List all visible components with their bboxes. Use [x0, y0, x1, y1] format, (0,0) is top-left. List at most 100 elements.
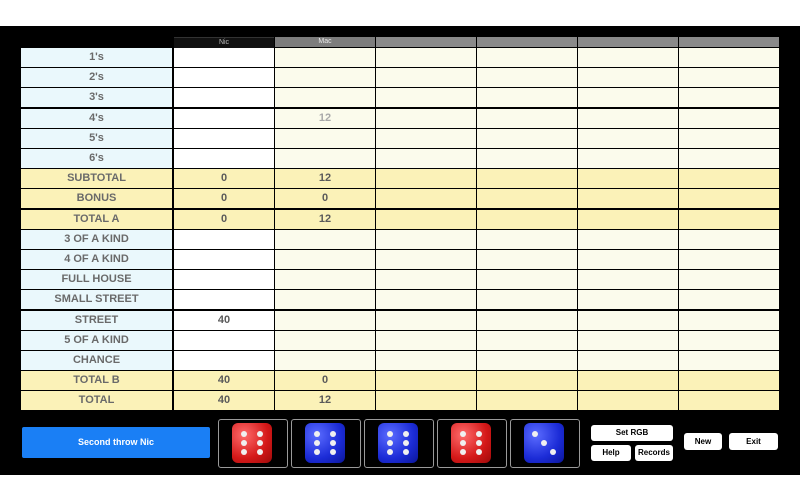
- score-cell[interactable]: [275, 68, 375, 88]
- score-cell[interactable]: [578, 68, 678, 88]
- score-cell[interactable]: [275, 88, 375, 108]
- score-cell[interactable]: [174, 290, 274, 310]
- score-cell[interactable]: [679, 250, 779, 269]
- score-cell[interactable]: [477, 128, 577, 148]
- score-cell[interactable]: [578, 88, 678, 108]
- die-pip: [387, 431, 393, 437]
- score-cell[interactable]: [578, 290, 678, 310]
- score-cell[interactable]: [679, 88, 779, 108]
- score-cell[interactable]: [578, 250, 678, 269]
- set-rgb-button[interactable]: Set RGB: [591, 425, 673, 441]
- score-cell[interactable]: [376, 149, 476, 168]
- score-cell: [477, 371, 577, 391]
- score-cell[interactable]: [376, 68, 476, 88]
- score-cell[interactable]: [174, 330, 274, 350]
- score-cell[interactable]: [174, 128, 274, 148]
- score-cell[interactable]: [376, 128, 476, 148]
- score-cell[interactable]: [477, 88, 577, 108]
- score-cell[interactable]: [275, 310, 375, 330]
- die-slot[interactable]: [291, 419, 361, 468]
- die-slot[interactable]: [437, 419, 507, 468]
- help-button[interactable]: Help: [591, 445, 631, 461]
- score-cell[interactable]: [679, 149, 779, 168]
- score-cell[interactable]: [679, 68, 779, 88]
- red-die[interactable]: [232, 423, 272, 463]
- score-cell[interactable]: [477, 290, 577, 310]
- new-game-button[interactable]: New: [684, 433, 722, 450]
- score-cell[interactable]: [376, 108, 476, 128]
- score-cell[interactable]: [679, 229, 779, 249]
- score-cell[interactable]: [578, 48, 678, 67]
- score-cell[interactable]: [578, 330, 678, 350]
- score-cell[interactable]: [477, 108, 577, 128]
- score-cell[interactable]: [174, 229, 274, 249]
- score-cell[interactable]: [174, 68, 274, 88]
- die-slot[interactable]: [364, 419, 434, 468]
- score-cell[interactable]: [376, 351, 476, 370]
- score-cell[interactable]: [578, 108, 678, 128]
- score-cell[interactable]: [275, 290, 375, 310]
- score-cell[interactable]: [275, 48, 375, 67]
- score-cell[interactable]: [376, 270, 476, 290]
- score-cell[interactable]: [376, 310, 476, 330]
- score-cell[interactable]: [275, 270, 375, 290]
- score-cell[interactable]: [376, 229, 476, 249]
- score-cell: 0: [275, 189, 375, 209]
- score-cell[interactable]: [275, 128, 375, 148]
- score-cell[interactable]: [275, 229, 375, 249]
- score-cell[interactable]: [275, 250, 375, 269]
- score-cell[interactable]: [275, 330, 375, 350]
- score-cell[interactable]: [578, 310, 678, 330]
- die-slot[interactable]: [510, 419, 580, 468]
- score-cell[interactable]: [174, 270, 274, 290]
- score-cell[interactable]: [376, 88, 476, 108]
- score-cell[interactable]: [174, 250, 274, 269]
- score-cell[interactable]: [275, 351, 375, 370]
- score-cell[interactable]: [174, 149, 274, 168]
- blue-die[interactable]: [305, 423, 345, 463]
- score-cell[interactable]: [477, 351, 577, 370]
- score-cell[interactable]: [174, 88, 274, 108]
- score-cell[interactable]: [174, 48, 274, 67]
- score-cell[interactable]: [174, 351, 274, 370]
- score-cell[interactable]: [174, 108, 274, 128]
- records-button[interactable]: Records: [635, 445, 673, 461]
- die-slot[interactable]: [218, 419, 288, 468]
- score-cell[interactable]: [376, 48, 476, 67]
- score-cell[interactable]: [477, 48, 577, 67]
- score-cell[interactable]: [477, 310, 577, 330]
- score-cell[interactable]: [679, 108, 779, 128]
- score-cell[interactable]: [578, 351, 678, 370]
- score-cell[interactable]: [679, 290, 779, 310]
- score-cell[interactable]: [477, 149, 577, 168]
- score-cell: [376, 391, 476, 411]
- score-cell[interactable]: [679, 48, 779, 67]
- category-label: TOTAL A: [21, 209, 172, 229]
- turn-status-button[interactable]: Second throw Nic: [22, 427, 210, 458]
- score-cell[interactable]: [275, 149, 375, 168]
- score-cell[interactable]: [679, 351, 779, 370]
- score-cell[interactable]: [477, 270, 577, 290]
- score-cell[interactable]: [477, 250, 577, 269]
- score-cell[interactable]: [578, 128, 678, 148]
- player-header-5: [578, 37, 678, 47]
- score-cell[interactable]: [679, 128, 779, 148]
- score-cell[interactable]: [578, 149, 678, 168]
- score-cell[interactable]: [376, 330, 476, 350]
- score-cell[interactable]: [578, 229, 678, 249]
- score-cell[interactable]: [679, 310, 779, 330]
- score-cell[interactable]: [477, 229, 577, 249]
- blue-die[interactable]: [378, 423, 418, 463]
- score-cell[interactable]: [578, 270, 678, 290]
- score-cell[interactable]: [376, 290, 476, 310]
- score-cell[interactable]: [679, 330, 779, 350]
- score-cell[interactable]: [679, 270, 779, 290]
- score-cell[interactable]: [477, 330, 577, 350]
- score-cell[interactable]: [477, 68, 577, 88]
- red-die[interactable]: [451, 423, 491, 463]
- score-cell[interactable]: 12: [275, 108, 375, 128]
- exit-button[interactable]: Exit: [729, 433, 778, 450]
- blue-die[interactable]: [524, 423, 564, 463]
- score-cell[interactable]: [376, 250, 476, 269]
- score-cell[interactable]: 40: [174, 310, 274, 330]
